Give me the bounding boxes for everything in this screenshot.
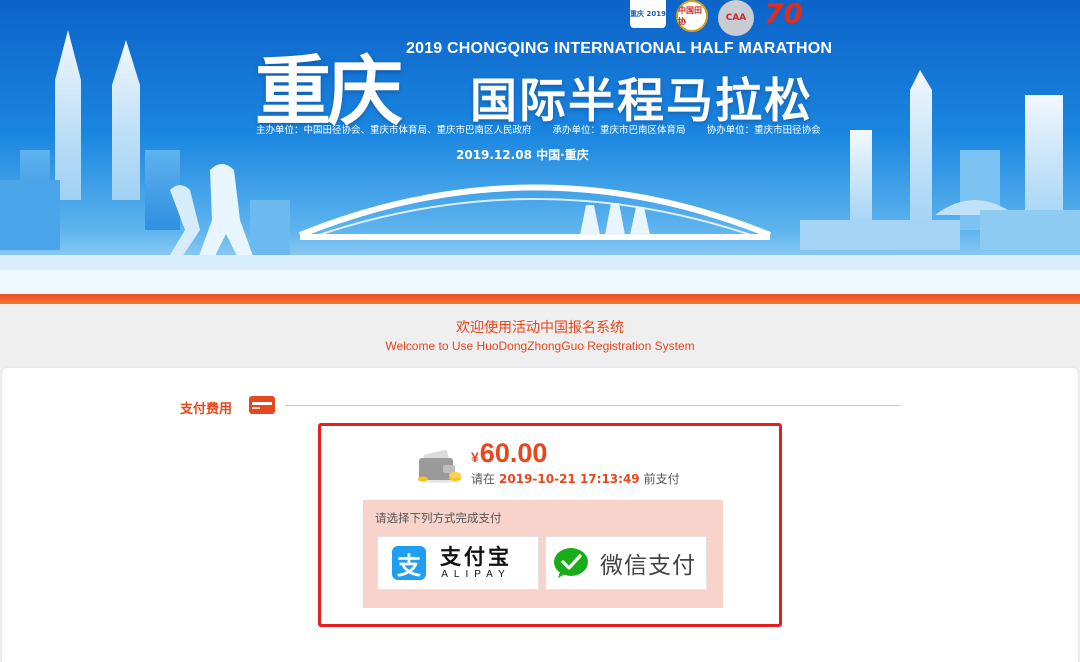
alipay-icon: 支 xyxy=(392,546,426,580)
alipay-label-english: ALIPAY xyxy=(441,569,511,580)
co-organizer: 协办单位：重庆市田径协会 xyxy=(706,125,821,136)
chongqing-marathon-logo: 重庆 2019 xyxy=(630,0,666,28)
welcome-text-english: Welcome to Use HuoDongZhongGuo Registrat… xyxy=(385,339,695,353)
payment-method-panel: 请选择下列方式完成支付 支 支付宝 ALIPAY 微信支付 xyxy=(363,500,723,608)
payment-card: 支付费用 ¥60.00 请在 2019-10-21 17:13:49 前支付 请选择… xyxy=(2,368,1078,662)
section-divider xyxy=(285,405,901,406)
wechat-pay-icon xyxy=(554,548,588,578)
wechat-pay-label: 微信支付 xyxy=(600,553,696,579)
banner-divider-strip xyxy=(0,294,1080,304)
money-wallet-icon xyxy=(417,450,461,483)
host-organizer: 主办单位：中国田径协会、重庆市体育局、重庆市巴南区人民政府 xyxy=(256,125,532,136)
payment-deadline: 请在 2019-10-21 17:13:49 前支付 xyxy=(471,470,680,487)
wechat-pay-button[interactable]: 微信支付 xyxy=(545,536,707,590)
event-title-english: 2019 CHONGQING INTERNATIONAL HALF MARATH… xyxy=(406,40,833,57)
event-banner: 重庆 2019 中国田协 CAA 70 2019 CHONGQING INTER… xyxy=(0,0,1080,297)
payment-box: ¥60.00 请在 2019-10-21 17:13:49 前支付 请选择下列方式完… xyxy=(318,423,782,627)
wallet-icon xyxy=(249,396,275,414)
alipay-label-chinese: 支付宝 xyxy=(440,545,512,569)
welcome-text-chinese: 欢迎使用活动中国报名系统 xyxy=(456,320,624,336)
organizers-line: 主办单位：中国田径协会、重庆市体育局、重庆市巴南区人民政府 承办单位：重庆市巴南… xyxy=(256,122,839,136)
undertaker-organizer: 承办单位：重庆市巴南区体育局 xyxy=(552,125,686,136)
event-title-chinese: 国际半程马拉松 xyxy=(470,74,813,129)
athletics-association-logo: 中国田协 xyxy=(676,0,708,32)
alipay-wordmark: 支付宝 ALIPAY xyxy=(440,545,512,581)
seventy-anniversary-logo: 70 xyxy=(764,0,803,30)
sponsor-logos: 重庆 2019 中国田协 CAA 70 xyxy=(630,0,803,36)
amount-value: 60.00 xyxy=(479,438,548,468)
caa-logo: CAA xyxy=(718,0,754,36)
alipay-button[interactable]: 支 支付宝 ALIPAY xyxy=(377,536,539,590)
payment-amount: ¥60.00 xyxy=(471,438,547,469)
deadline-prefix: 请在 xyxy=(471,472,496,486)
deadline-suffix: 前支付 xyxy=(643,472,680,486)
currency-symbol: ¥ xyxy=(471,449,479,465)
event-date: 2019.12.08 中国·重庆 xyxy=(456,148,589,162)
section-title-payment: 支付费用 xyxy=(180,402,233,417)
deadline-time: 2019-10-21 17:13:49 xyxy=(499,472,640,486)
welcome-header: 欢迎使用活动中国报名系统 Welcome to Use HuoDongZhong… xyxy=(0,304,1080,368)
payment-method-hint: 请选择下列方式完成支付 xyxy=(375,511,502,525)
